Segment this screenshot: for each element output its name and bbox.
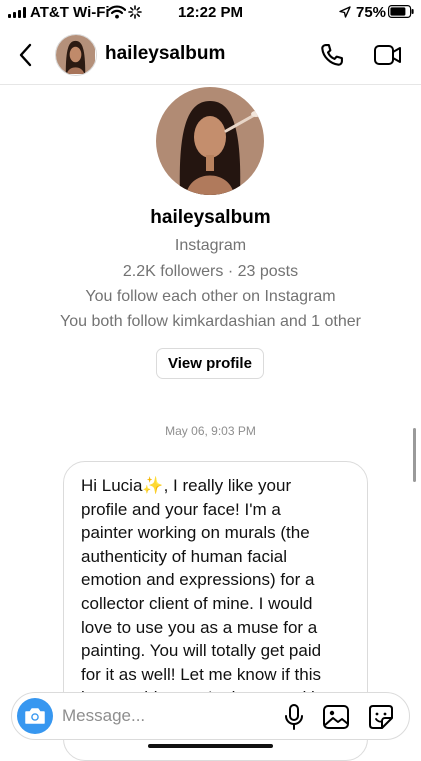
microphone-icon[interactable] bbox=[282, 703, 306, 731]
mutual-friends-text: You both follow kimkardashian and 1 othe… bbox=[60, 313, 361, 330]
camera-button[interactable] bbox=[17, 698, 53, 734]
battery-icon bbox=[388, 5, 414, 18]
back-chevron-icon[interactable] bbox=[16, 42, 36, 68]
conversation-header: haileysalbum bbox=[0, 26, 421, 85]
mutual-follow-text: You follow each other on Instagram bbox=[85, 288, 336, 305]
message-text: Hi Lucia✨, I really like your profile an… bbox=[81, 476, 324, 707]
location-arrow-icon bbox=[339, 6, 351, 18]
profile-username: haileysalbum bbox=[150, 207, 271, 228]
message-timestamp: May 06, 9:03 PM bbox=[165, 424, 256, 438]
header-username[interactable]: haileysalbum bbox=[105, 43, 225, 65]
profile-stats: 2.2K followers · 23 posts bbox=[122, 263, 299, 280]
profile-platform: Instagram bbox=[174, 237, 247, 254]
video-camera-icon[interactable] bbox=[373, 41, 403, 69]
battery-percentage: 75% bbox=[356, 4, 387, 21]
message-composer bbox=[11, 692, 410, 740]
camera-icon bbox=[25, 708, 45, 724]
view-profile-button[interactable]: View profile bbox=[156, 348, 264, 379]
header-avatar[interactable] bbox=[55, 34, 97, 76]
status-bar: AT&T Wi-Fi 12:22 PM 75% bbox=[0, 0, 421, 26]
profile-avatar[interactable] bbox=[156, 87, 264, 195]
sticker-icon[interactable] bbox=[367, 703, 395, 731]
home-indicator bbox=[148, 744, 273, 748]
gallery-icon[interactable] bbox=[322, 703, 350, 731]
scrollbar[interactable] bbox=[413, 428, 416, 482]
message-input[interactable] bbox=[62, 701, 262, 731]
phone-icon[interactable] bbox=[318, 41, 346, 69]
